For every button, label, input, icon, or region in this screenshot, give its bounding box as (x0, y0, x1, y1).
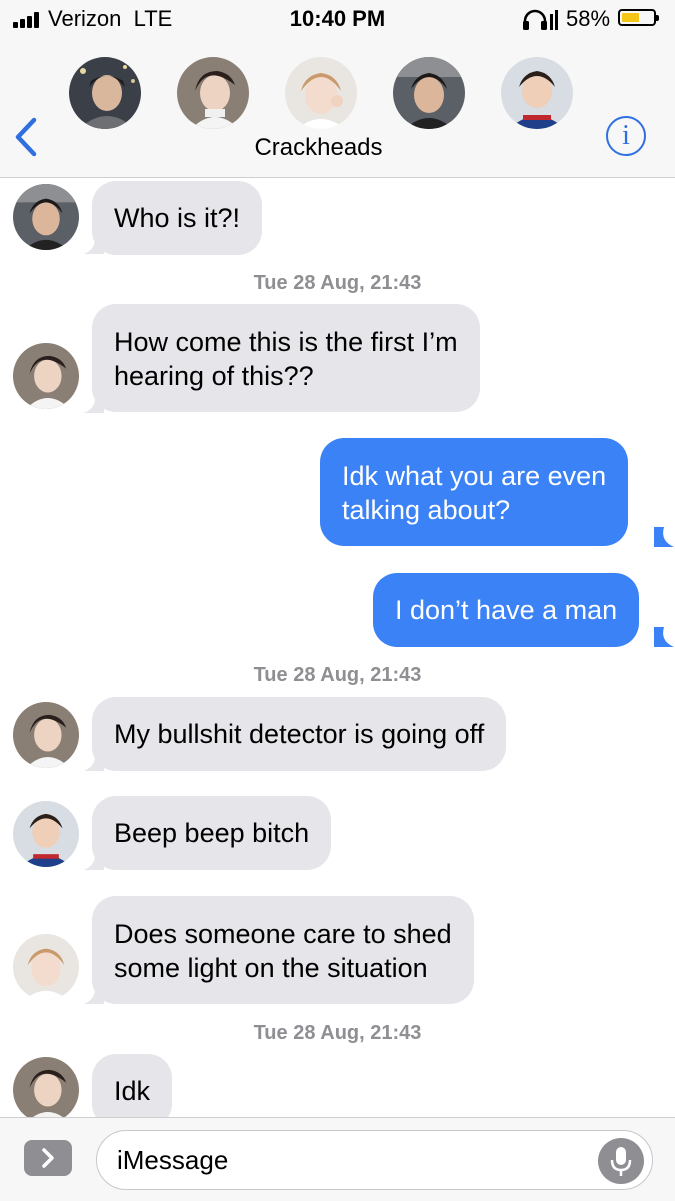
group-member-avatar-3[interactable] (285, 57, 357, 129)
battery-icon (618, 9, 659, 26)
message-text: My bullshit detector is going off (114, 719, 485, 749)
sender-avatar[interactable] (13, 934, 79, 1000)
message-input-placeholder: iMessage (117, 1145, 229, 1175)
avatar-photo-5 (501, 57, 573, 129)
message-bubble-incoming[interactable]: Who is it?! (92, 181, 263, 255)
app-drawer-button[interactable] (24, 1140, 72, 1176)
message-text-line: talking about? (342, 495, 511, 525)
sender-avatar[interactable] (13, 801, 79, 867)
conversation-title[interactable]: Crackheads (0, 134, 637, 162)
sender-photo (13, 934, 79, 1000)
sender-photo (13, 184, 79, 250)
microphone-icon (610, 1147, 632, 1176)
message-text-line: some light on the situation (114, 953, 428, 983)
info-icon[interactable]: i (606, 116, 646, 156)
navigation-header: Verizon LTE 10:40 PM 58% Crackheads i (0, 0, 675, 178)
timestamp: Tue 28 Aug, 21:43 (253, 1022, 422, 1044)
sender-photo (13, 1057, 79, 1123)
message-text-line: Idk what you are even (342, 461, 607, 491)
sender-avatar[interactable] (13, 1057, 79, 1123)
message-bubble-outgoing[interactable]: I don’t have a man (373, 573, 640, 647)
message-input-bar: iMessage (0, 1117, 675, 1201)
message-text: Idk (114, 1076, 151, 1106)
status-bar: Verizon LTE 10:40 PM 58% (0, 0, 675, 38)
headphones-icon (523, 9, 558, 30)
chevron-right-icon (42, 1148, 54, 1168)
bubble-tail (654, 627, 674, 647)
battery-percentage: 58% (566, 6, 611, 31)
sender-photo (13, 343, 79, 409)
sender-avatar[interactable] (13, 702, 79, 768)
sender-photo (13, 702, 79, 768)
message-text-line: How come this is the first I’m (114, 327, 458, 357)
message-text-line: Does someone care to shed (114, 919, 452, 949)
sender-avatar[interactable] (13, 184, 79, 250)
message-text: Beep beep bitch (114, 818, 310, 848)
avatar-photo-4 (393, 57, 465, 129)
battery-terminal (656, 15, 659, 21)
group-member-avatar-5[interactable] (501, 57, 573, 129)
timestamp: Tue 28 Aug, 21:43 (253, 664, 422, 686)
message-input-field[interactable]: iMessage (96, 1130, 653, 1190)
avatar-photo-1 (69, 57, 141, 129)
message-text-line: hearing of this?? (114, 361, 314, 391)
battery-level-fill (622, 13, 639, 22)
message-bubble-incoming[interactable]: How come this is the first I’m hearing o… (92, 304, 480, 412)
avatar-photo-3 (285, 57, 357, 129)
sender-avatar[interactable] (13, 343, 79, 409)
message-bubble-incoming[interactable]: My bullshit detector is going off (92, 697, 507, 771)
message-bubble-outgoing[interactable]: Idk what you are even talking about? (320, 438, 629, 546)
sender-photo (13, 801, 79, 867)
timestamp: Tue 28 Aug, 21:43 (253, 272, 422, 294)
message-text: I don’t have a man (395, 595, 618, 625)
avatar-photo-2 (177, 57, 249, 129)
group-member-avatar-1[interactable] (69, 57, 141, 129)
message-bubble-incoming[interactable]: Does someone care to shed some light on … (92, 896, 474, 1004)
message-text: Who is it?! (114, 203, 241, 233)
message-bubble-incoming[interactable]: Beep beep bitch (92, 796, 332, 870)
bubble-tail (654, 527, 674, 547)
group-member-avatar-2[interactable] (177, 57, 249, 129)
dictation-button[interactable] (598, 1138, 644, 1184)
group-member-avatar-4[interactable] (393, 57, 465, 129)
